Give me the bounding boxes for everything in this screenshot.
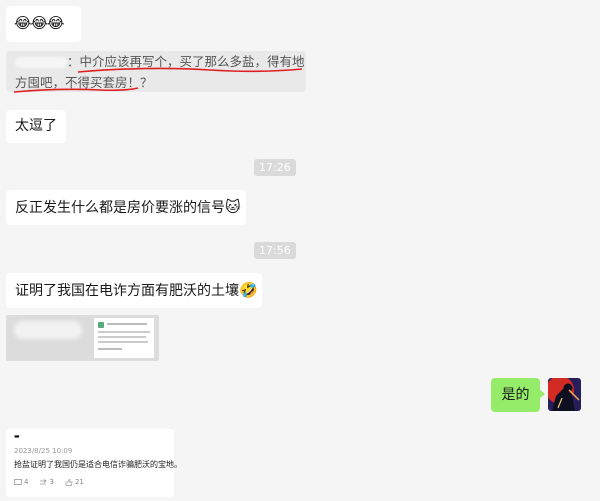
comment-stat[interactable]: 4 — [14, 478, 28, 486]
rolling-laugh-emoji: 🤣 — [239, 281, 258, 299]
like-stat[interactable]: 21 — [65, 478, 84, 486]
repost-icon — [40, 478, 48, 484]
repost-stat[interactable]: 3 — [39, 478, 54, 486]
timestamp: 17:26 — [254, 159, 296, 176]
image-message[interactable] — [6, 315, 159, 361]
cat-emoji: 🐱 — [225, 198, 241, 216]
message-text: 太逗了 — [15, 118, 57, 134]
avatar-image — [548, 378, 581, 411]
message-bubble: 太逗了 — [6, 110, 66, 143]
blurred-image-left — [14, 321, 82, 339]
my-message-bubble: 是的 — [491, 378, 540, 412]
message-bubble: 证明了我国在电诈方面有肥沃的土壤🤣 — [6, 273, 262, 308]
post-date: 2023/8/25 10:09 — [14, 447, 73, 455]
comment-icon — [14, 478, 22, 485]
like-count: 21 — [74, 478, 84, 486]
message-text: 证明了我国在电诈方面有肥沃的土壤 — [15, 283, 239, 299]
message-text: 反正发生什么都是房价要涨的信号 — [15, 200, 225, 216]
like-icon — [65, 478, 73, 486]
user-avatar[interactable] — [548, 378, 581, 411]
bubble-tail-icon — [539, 389, 545, 399]
repost-count: 3 — [49, 478, 54, 486]
post-author: ▬ — [14, 433, 20, 440]
screenshot-thumbnail — [94, 318, 154, 358]
message-text: 是的 — [501, 387, 530, 403]
post-text: 抢盐证明了我国仍是适合电信诈骗肥沃的宝地。 — [14, 460, 182, 469]
post-actions: 4 3 21 — [14, 478, 166, 486]
red-underline-annotation — [13, 67, 303, 93]
message-bubble: 反正发生什么都是房价要涨的信号🐱 — [6, 190, 246, 225]
post-card[interactable]: ▬ 2023/8/25 10:09 抢盐证明了我国仍是适合电信诈骗肥沃的宝地。 … — [6, 429, 182, 497]
comment-count: 4 — [24, 478, 29, 486]
timestamp: 17:56 — [254, 242, 296, 259]
